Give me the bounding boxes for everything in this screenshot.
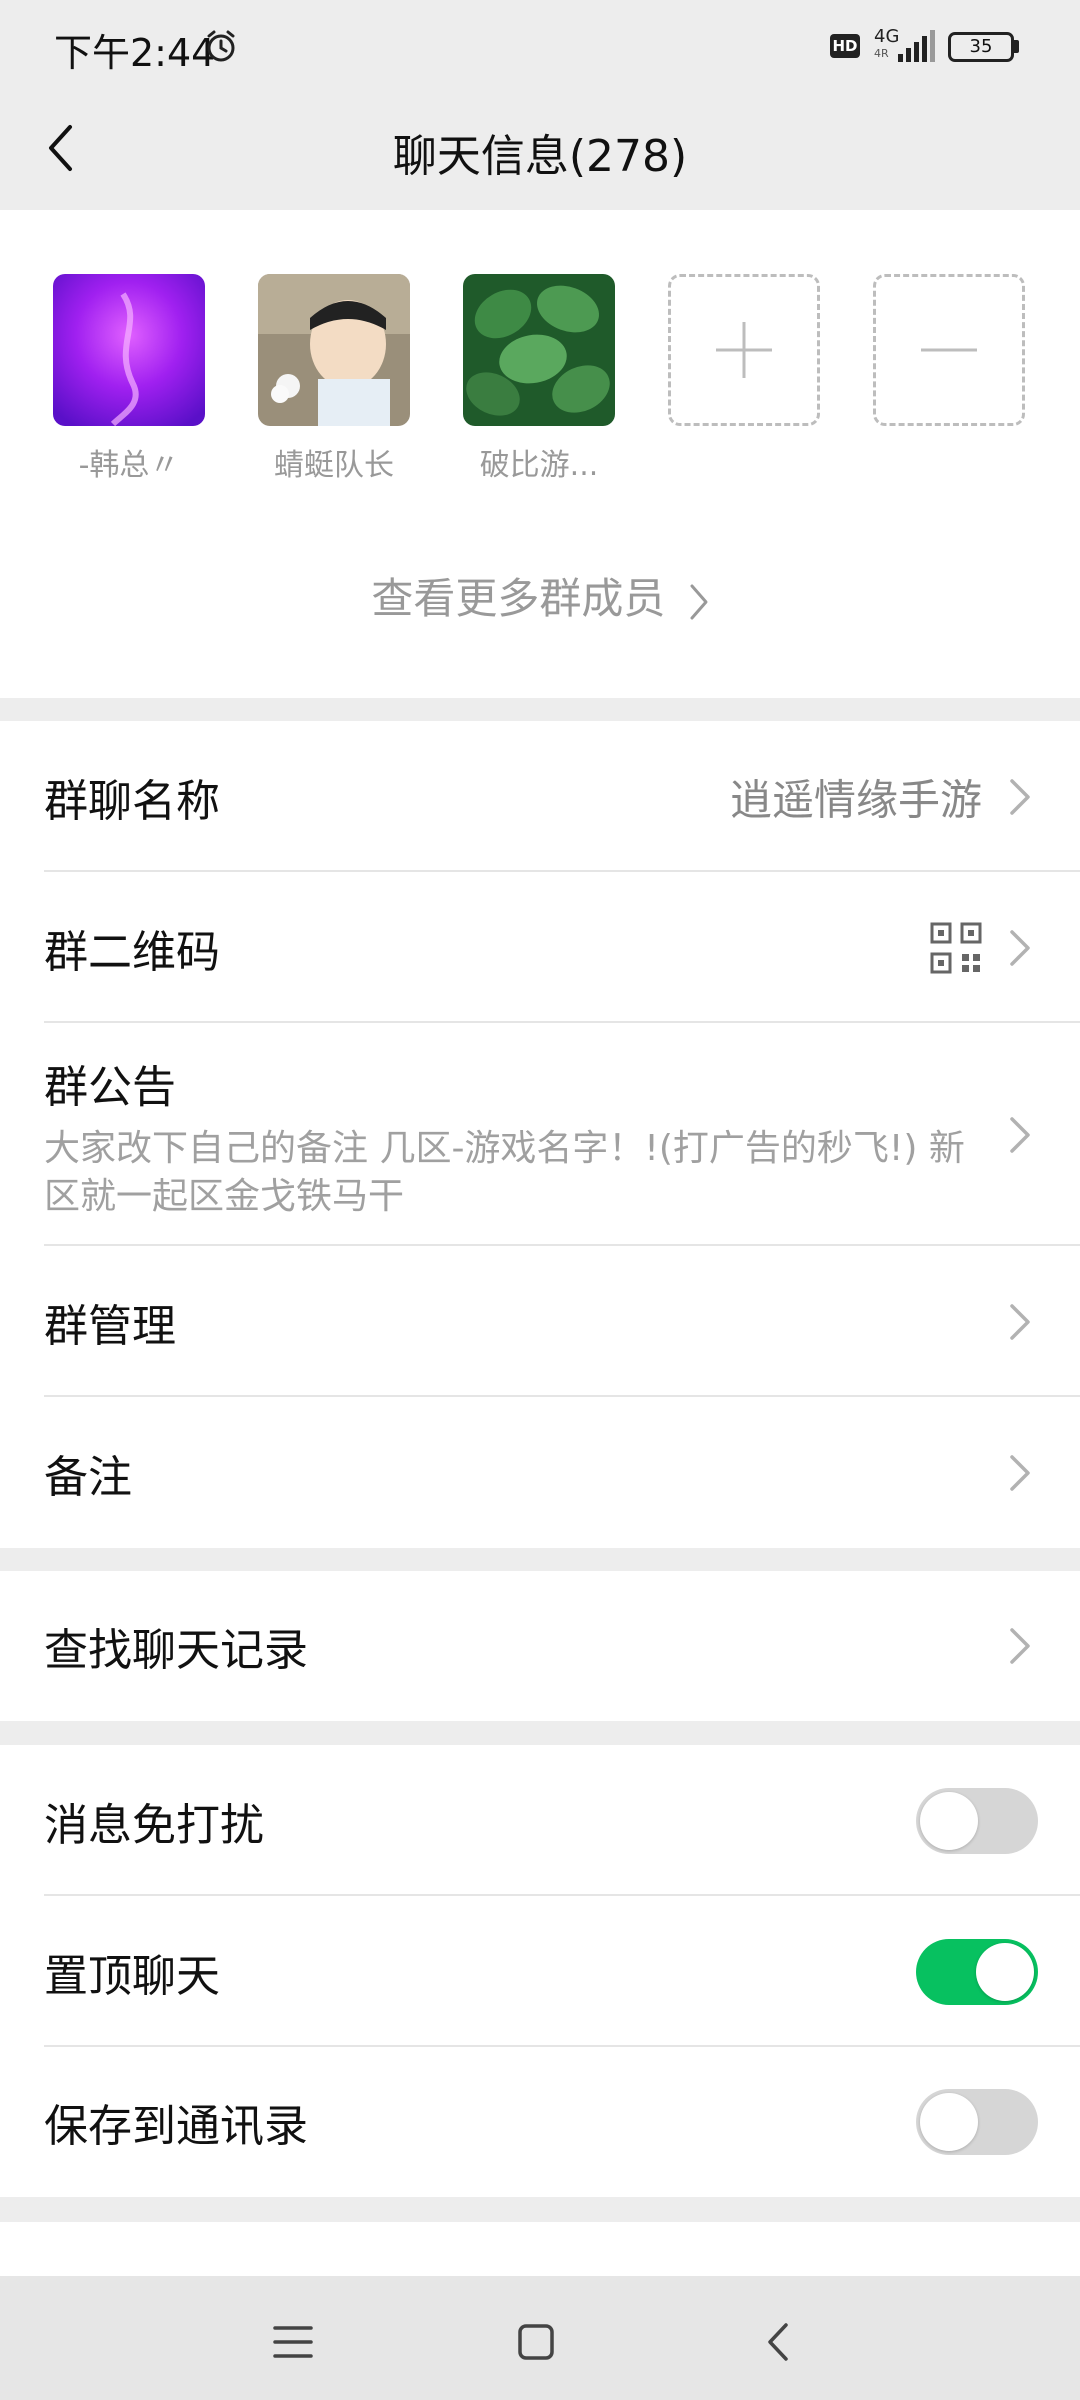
- system-nav-bar: [0, 2276, 1080, 2400]
- mute-row: 消息免打扰: [0, 1745, 1080, 1896]
- member-name: -韩总〃: [78, 448, 180, 483]
- group-info-section: 群聊名称 逍遥情缘手游 群二维码 群公告 大家改下自己的备注 几区-游戏名字！!…: [0, 721, 1080, 1548]
- home-button[interactable]: [506, 2312, 566, 2372]
- view-more-members-label: 查看更多群成员: [371, 574, 666, 623]
- battery-level: 35: [969, 36, 993, 57]
- signal-icon: [898, 30, 935, 62]
- avatar: [53, 274, 205, 426]
- status-bar: 下午2:44 HD 4G 4R 35: [0, 0, 1080, 90]
- search-history-label: 查找聊天记录: [44, 1625, 308, 1676]
- battery-nub: [1014, 40, 1019, 53]
- menu-button[interactable]: [263, 2312, 323, 2372]
- chevron-right-icon: [690, 584, 708, 619]
- hd-badge: HD: [830, 34, 860, 58]
- remove-member-button[interactable]: [873, 274, 1025, 426]
- group-notice-label: 群公告: [44, 1062, 176, 1113]
- group-qr-label: 群二维码: [44, 926, 220, 978]
- pin-toggle[interactable]: [916, 1938, 1038, 2005]
- member-item[interactable]: -韩总〃: [53, 274, 205, 484]
- plus-icon: [716, 322, 772, 378]
- group-manage-label: 群管理: [44, 1300, 176, 1352]
- members-top-edge: [0, 210, 1080, 224]
- toggle-knob: [920, 1791, 978, 1850]
- toggle-knob: [976, 1942, 1034, 2001]
- home-icon: [518, 2324, 554, 2360]
- mute-toggle[interactable]: [916, 1787, 1038, 1854]
- view-more-members-button[interactable]: 查看更多群成员: [0, 565, 1080, 626]
- header: 聊天信息(278): [0, 90, 1080, 210]
- remark-row[interactable]: 备注: [0, 1397, 1080, 1548]
- back-icon: [768, 2323, 788, 2361]
- group-qr-row[interactable]: 群二维码: [0, 872, 1080, 1023]
- member-item[interactable]: 破比游...: [463, 274, 615, 484]
- pin-row: 置顶聊天: [0, 1896, 1080, 2047]
- chevron-right-icon: [1010, 1303, 1030, 1340]
- save-contacts-label: 保存到通讯录: [44, 2101, 308, 2152]
- chevron-right-icon: [1010, 1117, 1030, 1153]
- network-subtype: 4R: [874, 47, 889, 60]
- remark-label: 备注: [44, 1451, 132, 1503]
- chevron-right-icon: [1010, 929, 1030, 966]
- group-name-value: 逍遥情缘手游: [729, 775, 982, 824]
- status-time: 下午2:44: [54, 31, 216, 75]
- battery-icon: 35: [948, 32, 1014, 62]
- group-notice-row[interactable]: 群公告 大家改下自己的备注 几区-游戏名字！!(打广告的秒飞!) 新区就一起区金…: [0, 1023, 1080, 1246]
- member-name: 破比游...: [479, 448, 599, 483]
- mute-label: 消息免打扰: [44, 1799, 264, 1851]
- group-notice-text: 大家改下自己的备注 几区-游戏名字！!(打广告的秒飞!) 新区就一起区金戈铁马干: [44, 1128, 965, 1217]
- save-contacts-row: 保存到通讯录: [0, 2047, 1080, 2197]
- group-name-label: 群聊名称: [44, 775, 220, 827]
- member-name: 蜻蜓队长: [274, 448, 394, 483]
- page-title: 聊天信息(278): [392, 131, 688, 182]
- add-member-box: [668, 274, 820, 426]
- search-history-row[interactable]: 查找聊天记录: [0, 1571, 1080, 1721]
- members-card: -韩总〃 蜻蜓队长 破比游... 查看更多群成员: [0, 210, 1080, 698]
- chevron-right-icon: [1010, 1454, 1030, 1491]
- group-name-row[interactable]: 群聊名称 逍遥情缘手游: [0, 721, 1080, 872]
- save-contacts-toggle[interactable]: [916, 2089, 1038, 2155]
- remove-member-box: [873, 274, 1025, 426]
- group-manage-row[interactable]: 群管理: [0, 1246, 1080, 1397]
- settings-section: 消息免打扰 置顶聊天 保存到通讯录: [0, 1745, 1080, 2197]
- next-section-peek: [0, 2222, 1080, 2276]
- search-section: 查找聊天记录: [0, 1571, 1080, 1721]
- add-member-button[interactable]: [668, 274, 820, 426]
- member-item[interactable]: 蜻蜓队长: [258, 274, 410, 484]
- pin-label: 置顶聊天: [44, 1950, 220, 2002]
- minus-icon: [921, 348, 977, 352]
- nav-back-button[interactable]: [748, 2312, 808, 2372]
- chevron-right-icon: [1010, 1628, 1030, 1664]
- alarm-icon: [207, 30, 235, 62]
- avatar: [463, 274, 615, 426]
- qr-code-icon: [930, 922, 982, 973]
- menu-icon: [273, 2326, 313, 2358]
- chevron-right-icon: [1010, 778, 1030, 815]
- avatar: [258, 274, 410, 426]
- toggle-knob: [920, 2093, 978, 2151]
